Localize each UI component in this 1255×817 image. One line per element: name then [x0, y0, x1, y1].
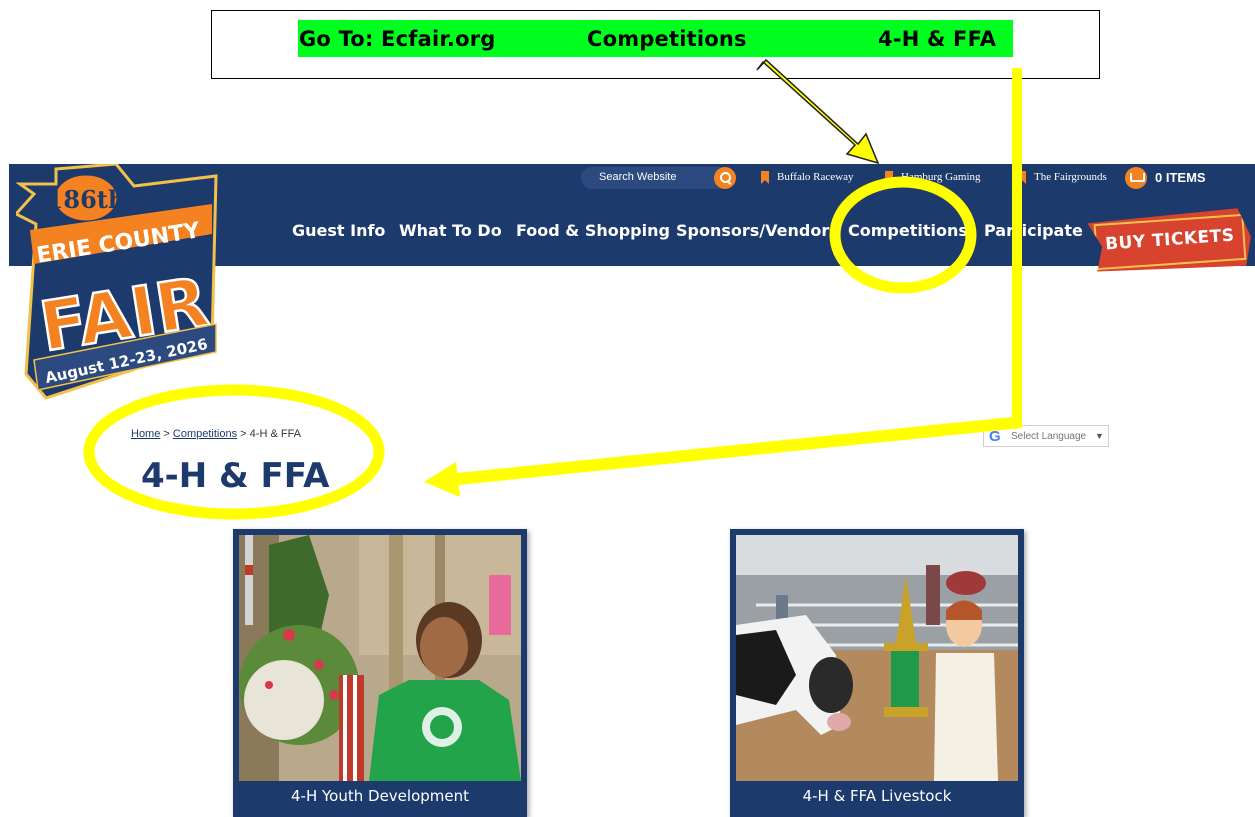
- nav-participate[interactable]: Participate: [984, 221, 1083, 240]
- breadcrumb-home[interactable]: Home: [131, 428, 160, 440]
- google-icon: G: [989, 428, 1001, 445]
- livestock-photo: [736, 535, 1018, 781]
- logo-anniversary: 186th: [47, 185, 126, 214]
- breadcrumb: Home > Competitions > 4-H & FFA: [131, 428, 301, 440]
- language-select[interactable]: G Select Language ▼: [983, 425, 1109, 447]
- breadcrumb-sep: >: [240, 428, 247, 440]
- language-label: Select Language: [1011, 431, 1087, 442]
- breadcrumb-current: 4-H & FFA: [249, 428, 302, 440]
- card-caption[interactable]: 4-H & FFA Livestock: [730, 781, 1024, 811]
- bookmark-icon: [1018, 171, 1026, 184]
- annotation-overlay: [83, 58, 1022, 520]
- search-placeholder: Search Website: [599, 171, 677, 183]
- breadcrumb-competitions[interactable]: Competitions: [173, 428, 237, 440]
- cart-label[interactable]: 0 ITEMS: [1155, 170, 1206, 185]
- instruction-4h-ffa: 4-H & FFA: [878, 27, 997, 51]
- card-4h-ffa-livestock[interactable]: 4-H & FFA Livestock: [730, 529, 1024, 817]
- nav-sponsors-vendors[interactable]: Sponsors/Vendors: [676, 221, 839, 240]
- nav-what-to-do[interactable]: What To Do: [399, 221, 502, 240]
- search-input[interactable]: Search Website: [581, 167, 736, 189]
- page-title: 4-H & FFA: [141, 456, 330, 496]
- cart-icon[interactable]: [1125, 167, 1147, 189]
- instruction-goto: Go To: Ecfair.org: [299, 27, 496, 51]
- annotation-line-diagonal: [447, 416, 1022, 486]
- chevron-down-icon: ▼: [1095, 431, 1104, 441]
- nav-competitions[interactable]: Competitions: [848, 221, 968, 240]
- card-caption[interactable]: 4-H Youth Development: [233, 781, 527, 811]
- bookmark-icon: [761, 171, 769, 184]
- breadcrumb-sep: >: [163, 428, 170, 440]
- link-the-fairgrounds[interactable]: The Fairgrounds: [1034, 171, 1107, 183]
- link-hamburg-gaming[interactable]: Hamburg Gaming: [901, 171, 981, 183]
- link-buffalo-raceway[interactable]: Buffalo Raceway: [777, 171, 853, 183]
- search-icon[interactable]: [714, 167, 736, 189]
- card-4h-youth-development[interactable]: 4-H Youth Development: [233, 529, 527, 817]
- nav-food-shopping[interactable]: Food & Shopping: [516, 221, 670, 240]
- instruction-competitions: Competitions: [587, 27, 747, 51]
- bookmark-icon: [885, 171, 893, 184]
- fair-logo[interactable]: 186th ERIE COUNTY FAIR August 12-23, 202…: [16, 164, 222, 404]
- annotation-arrowhead: [424, 462, 460, 497]
- nav-guest-info[interactable]: Guest Info: [292, 221, 385, 240]
- youth-photo: [239, 535, 521, 781]
- instruction-highlight: Go To: Ecfair.org Competitions 4-H & FFA: [298, 20, 1013, 57]
